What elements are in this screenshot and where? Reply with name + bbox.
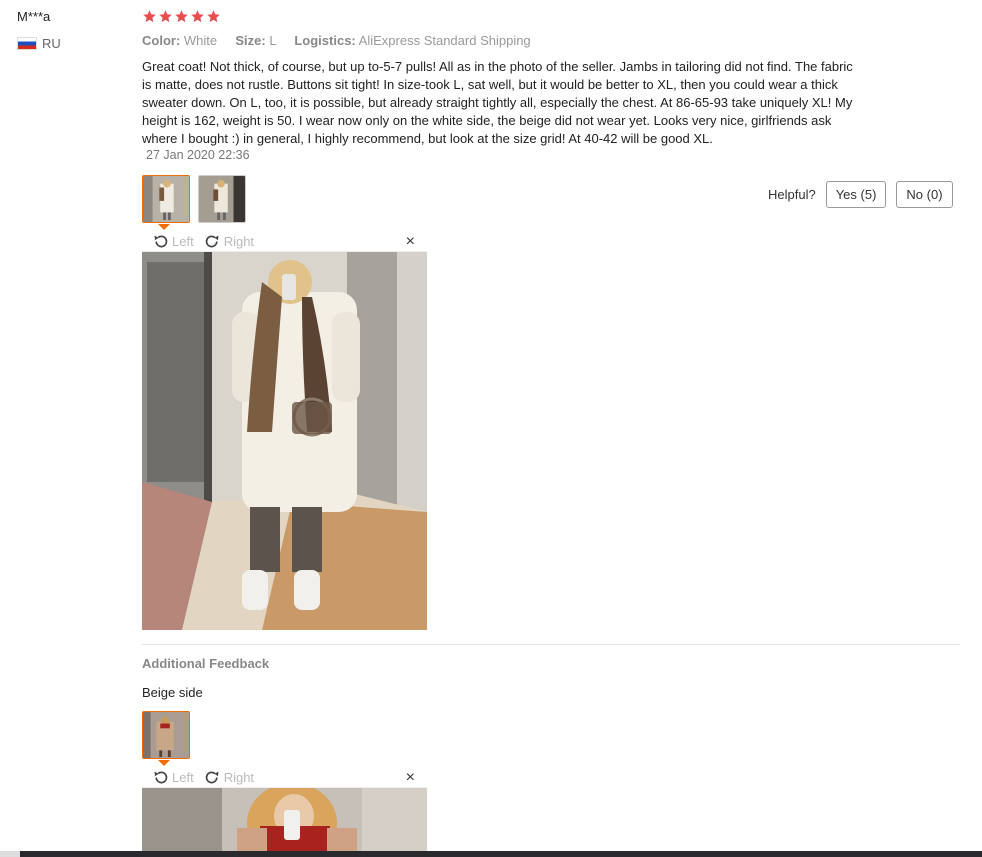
rotate-right-button[interactable]: Right [204, 233, 254, 250]
thumbnail-image [199, 176, 245, 222]
helpful-no-button[interactable]: No (0) [896, 181, 953, 208]
rotate-left-label: Left [172, 234, 194, 249]
review-date: 27 Jan 2020 22:36 [146, 148, 250, 162]
additional-feedback-text: Beige side [142, 685, 203, 700]
photo-viewer-toolbar: Left Right × [142, 768, 427, 788]
close-viewer-button[interactable]: × [406, 232, 415, 252]
star-icon [142, 9, 157, 24]
thumbnail-image [143, 712, 189, 758]
rotate-right-label: Right [223, 770, 255, 785]
rotate-right-icon [205, 235, 219, 248]
rotate-right-label: Right [223, 234, 255, 249]
reviewer-info: M***a RU [17, 9, 61, 51]
logistics-value: AliExpress Standard Shipping [358, 33, 531, 48]
order-attributes: Color: White Size: L Logistics: AliExpre… [142, 33, 531, 48]
review-text: Great coat! Not thick, of course, but up… [142, 59, 853, 146]
rotate-left-icon [154, 771, 168, 784]
active-thumbnail-pointer [158, 760, 170, 766]
helpful-yes-button[interactable]: Yes (5) [825, 181, 887, 208]
thumbnail-image [143, 176, 189, 222]
star-icon [158, 9, 173, 24]
photo-viewer-toolbar: Left Right × [142, 232, 427, 252]
russia-flag-icon [17, 37, 37, 50]
color-value: White [183, 33, 218, 48]
star-icon [190, 9, 205, 24]
country-code: RU [42, 36, 61, 51]
helpful-label: Helpful? [768, 187, 816, 202]
section-divider [142, 644, 960, 645]
rotate-right-button[interactable]: Right [204, 769, 254, 786]
rotate-left-label: Left [172, 770, 194, 785]
reviewer-country: RU [17, 36, 61, 51]
bottom-scroll-bar [0, 851, 982, 857]
additional-photo-large [142, 788, 427, 851]
additional-feedback-title: Additional Feedback [142, 656, 270, 671]
rotate-left-button[interactable]: Left [152, 769, 194, 786]
review-photo-image [142, 252, 427, 630]
close-viewer-button[interactable]: × [406, 768, 415, 788]
reviewer-name: M***a [17, 9, 51, 24]
logistics-key: Logistics: [294, 33, 356, 48]
review-photo-thumbnail[interactable] [142, 175, 190, 223]
review-photo-thumbnail[interactable] [198, 175, 246, 223]
review-photo-large [142, 252, 427, 630]
active-thumbnail-pointer [158, 224, 170, 230]
size-key: Size: [235, 33, 266, 48]
rotate-left-icon [154, 235, 168, 248]
helpful-voting: Helpful? Yes (5) No (0) [768, 181, 953, 208]
size-value: L [269, 33, 277, 48]
color-key: Color: [142, 33, 181, 48]
additional-photo-image [142, 788, 427, 851]
additional-photo-thumbnail[interactable] [142, 711, 190, 759]
rating-stars [142, 9, 221, 24]
star-icon [206, 9, 221, 24]
star-icon [174, 9, 189, 24]
rotate-left-button[interactable]: Left [152, 233, 194, 250]
rotate-right-icon [205, 771, 219, 784]
